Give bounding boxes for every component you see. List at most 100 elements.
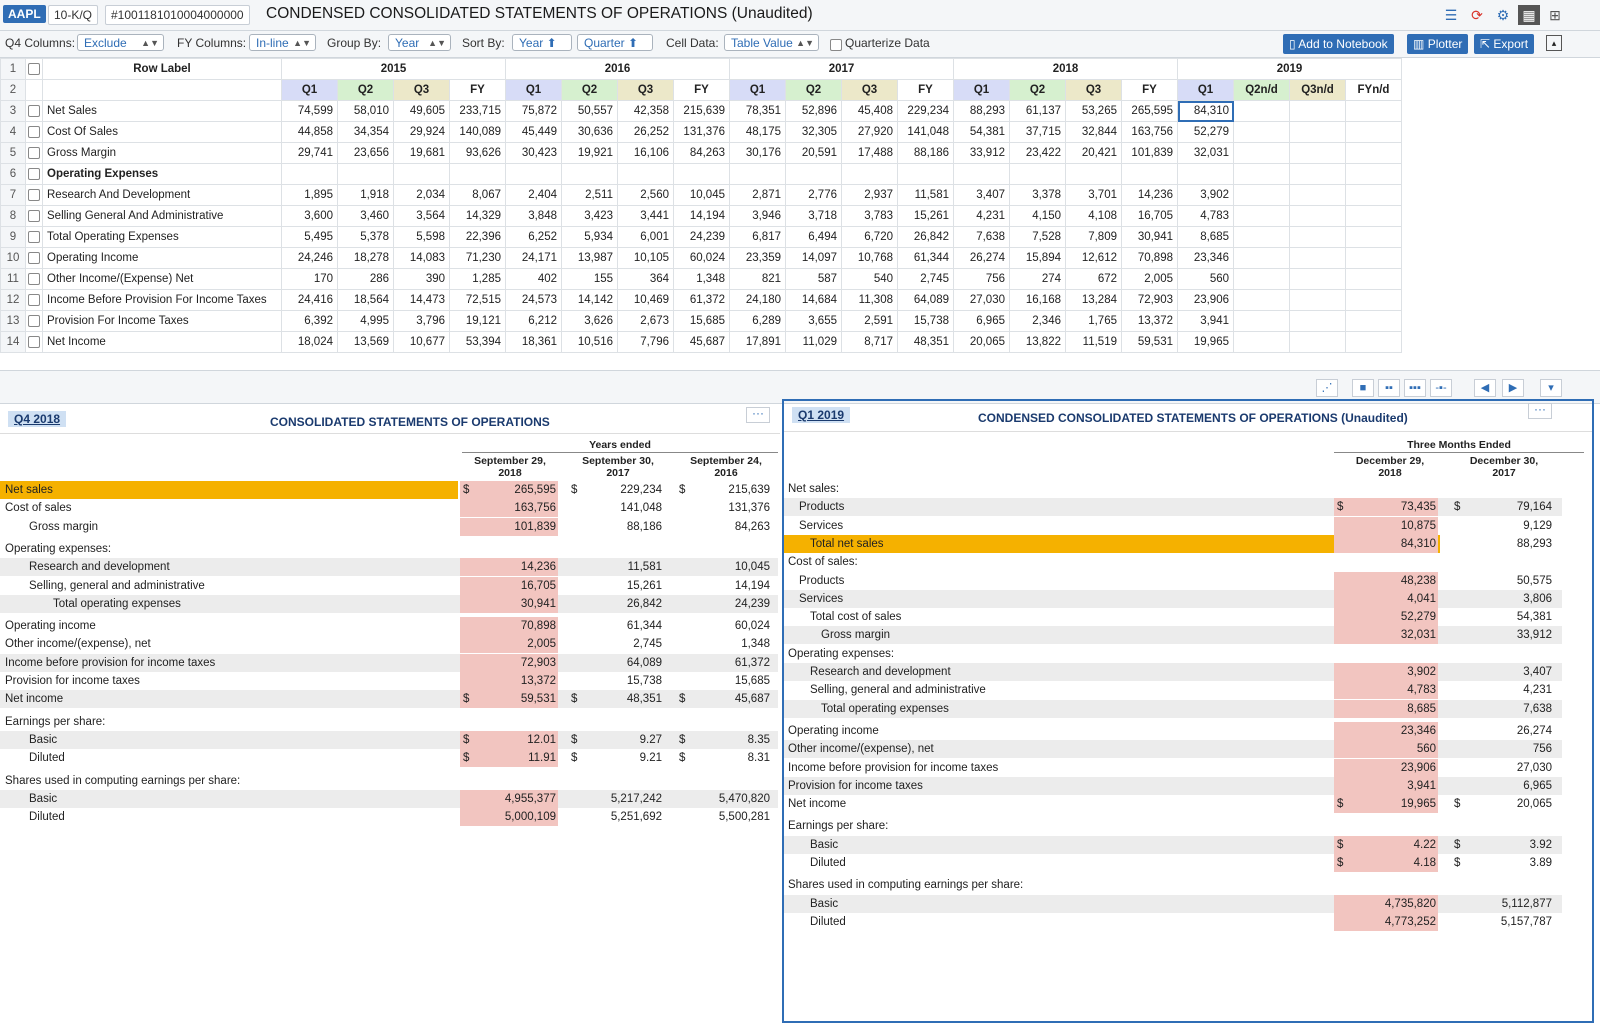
data-cell[interactable]: 2,776 xyxy=(785,184,842,206)
data-cell[interactable]: 2,591 xyxy=(841,310,898,332)
data-cell[interactable] xyxy=(1345,205,1402,227)
value-cell-1[interactable]: 265,595 xyxy=(460,481,558,499)
value-cell-1[interactable]: 72,903 xyxy=(460,653,558,672)
quarter-header[interactable]: Q2 xyxy=(561,79,618,101)
value-cell-1[interactable]: 2,005 xyxy=(460,635,558,654)
data-cell[interactable]: 11,029 xyxy=(785,331,842,353)
statement-row[interactable]: Basic 4,955,377 5,217,242 5,470,820 xyxy=(0,789,778,808)
data-cell[interactable] xyxy=(1345,226,1402,248)
statement-row[interactable]: Gross margin 101,839 88,186 84,263 xyxy=(0,517,778,536)
collapse-icon[interactable]: ▴ xyxy=(1546,35,1562,51)
data-cell[interactable]: 71,230 xyxy=(449,247,506,269)
next-arrow-icon[interactable]: ▶ xyxy=(1502,379,1524,397)
statement-row[interactable]: Basic 4,735,820 5,112,877 xyxy=(784,894,1562,913)
data-cell[interactable]: 88,293 xyxy=(953,100,1010,122)
row-label[interactable]: Operating Expenses xyxy=(42,163,282,185)
data-cell[interactable]: 14,236 xyxy=(1121,184,1178,206)
data-cell[interactable] xyxy=(1009,163,1066,185)
data-cell[interactable]: 20,421 xyxy=(1065,142,1122,164)
value-cell-1[interactable]: 23,906 xyxy=(1334,758,1438,777)
data-cell[interactable]: 30,423 xyxy=(505,142,562,164)
quarter-header[interactable]: Q3 xyxy=(841,79,898,101)
quarter-header[interactable]: Q2n/d xyxy=(1233,79,1290,101)
quarter-header[interactable]: Q3 xyxy=(1065,79,1122,101)
data-cell[interactable]: 233,715 xyxy=(449,100,506,122)
data-cell[interactable]: 12,612 xyxy=(1065,247,1122,269)
year-header[interactable]: 2016 xyxy=(505,58,730,80)
statement-row[interactable]: Other income/(expense), net 560 756 xyxy=(784,740,1562,759)
data-cell[interactable]: 53,394 xyxy=(449,331,506,353)
table-row[interactable]: 6 Operating Expenses xyxy=(0,163,1402,185)
table-row[interactable]: 4 Cost Of Sales 44,858 34,354 29,924 140,089 4… xyxy=(0,121,1402,143)
value-cell-1[interactable]: 4.18 xyxy=(1334,854,1438,872)
statement-row[interactable]: Provision for income taxes 3,941 6,965 xyxy=(784,776,1562,795)
data-cell[interactable] xyxy=(337,163,394,185)
row-checkbox[interactable] xyxy=(25,100,43,122)
data-cell[interactable] xyxy=(1289,247,1346,269)
data-cell[interactable]: 33,912 xyxy=(953,142,1010,164)
data-cell[interactable] xyxy=(505,163,562,185)
statement-row[interactable]: Cost of sales: xyxy=(784,553,1562,571)
data-cell[interactable]: 1,918 xyxy=(337,184,394,206)
data-cell[interactable]: 14,473 xyxy=(393,289,450,311)
data-cell[interactable]: 3,626 xyxy=(561,310,618,332)
quarter-header[interactable]: Q1 xyxy=(505,79,562,101)
statement-row[interactable]: Gross margin 32,031 33,912 xyxy=(784,626,1562,645)
data-cell[interactable]: 6,494 xyxy=(785,226,842,248)
data-cell[interactable]: 45,408 xyxy=(841,100,898,122)
data-cell[interactable]: 14,329 xyxy=(449,205,506,227)
data-cell[interactable]: 163,756 xyxy=(1121,121,1178,143)
data-cell[interactable] xyxy=(1233,226,1290,248)
data-cell[interactable]: 14,083 xyxy=(393,247,450,269)
data-cell[interactable]: 78,351 xyxy=(729,100,786,122)
data-cell[interactable]: 48,351 xyxy=(897,331,954,353)
value-cell-1[interactable]: 14,236 xyxy=(460,558,558,577)
ticker-badge[interactable]: AAPL xyxy=(3,5,46,23)
data-cell[interactable] xyxy=(1121,163,1178,185)
data-cell[interactable]: 215,639 xyxy=(673,100,730,122)
data-cell[interactable]: 37,715 xyxy=(1009,121,1066,143)
data-cell[interactable]: 6,817 xyxy=(729,226,786,248)
data-cell[interactable]: 6,212 xyxy=(505,310,562,332)
data-cell[interactable]: 10,677 xyxy=(393,331,450,353)
data-cell[interactable]: 2,937 xyxy=(841,184,898,206)
data-cell[interactable] xyxy=(561,163,618,185)
value-cell-1[interactable]: 59,531 xyxy=(460,690,558,709)
row-checkbox[interactable] xyxy=(25,289,43,311)
data-cell[interactable]: 32,305 xyxy=(785,121,842,143)
quarter-header[interactable]: FY xyxy=(897,79,954,101)
data-cell[interactable]: 24,416 xyxy=(281,289,338,311)
row-label[interactable]: Gross Margin xyxy=(42,142,282,164)
data-cell[interactable] xyxy=(1289,331,1346,353)
value-cell-1[interactable]: 23,346 xyxy=(1334,721,1438,740)
group-by-select[interactable]: Year ▲▼ xyxy=(388,34,451,51)
data-cell[interactable]: 560 xyxy=(1177,268,1234,290)
compare-view-icon[interactable]: -▪- xyxy=(1430,379,1452,397)
data-cell[interactable]: 26,842 xyxy=(897,226,954,248)
data-cell[interactable]: 18,024 xyxy=(281,331,338,353)
data-cell[interactable]: 16,106 xyxy=(617,142,674,164)
value-cell-1[interactable]: 4.22 xyxy=(1334,835,1438,854)
quarter-header[interactable]: Q3 xyxy=(393,79,450,101)
statement-row[interactable]: Total net sales 84,310 88,293 xyxy=(784,534,1552,553)
data-cell[interactable]: 3,718 xyxy=(785,205,842,227)
row-checkbox[interactable] xyxy=(25,310,43,332)
data-cell[interactable]: 84,263 xyxy=(673,142,730,164)
data-cell[interactable]: 587 xyxy=(785,268,842,290)
data-cell[interactable]: 7,528 xyxy=(1009,226,1066,248)
data-cell[interactable]: 23,346 xyxy=(1177,247,1234,269)
data-cell[interactable]: 14,194 xyxy=(673,205,730,227)
data-cell[interactable]: 13,569 xyxy=(337,331,394,353)
value-cell-1[interactable]: 52,279 xyxy=(1334,608,1438,627)
data-cell[interactable]: 1,765 xyxy=(1065,310,1122,332)
quarter-header[interactable]: Q3n/d xyxy=(1289,79,1346,101)
statement-row[interactable]: Net sales: xyxy=(784,480,1562,498)
quarter-header[interactable]: Q1 xyxy=(953,79,1010,101)
form-type-badge[interactable]: 10-K/Q xyxy=(48,5,99,25)
data-cell[interactable]: 84,310 xyxy=(1177,100,1234,122)
row-label[interactable]: Research And Development xyxy=(42,184,282,206)
data-cell[interactable] xyxy=(953,163,1010,185)
data-cell[interactable]: 8,717 xyxy=(841,331,898,353)
plotter-button[interactable]: ▥ Plotter xyxy=(1407,34,1469,54)
data-cell[interactable]: 170 xyxy=(281,268,338,290)
